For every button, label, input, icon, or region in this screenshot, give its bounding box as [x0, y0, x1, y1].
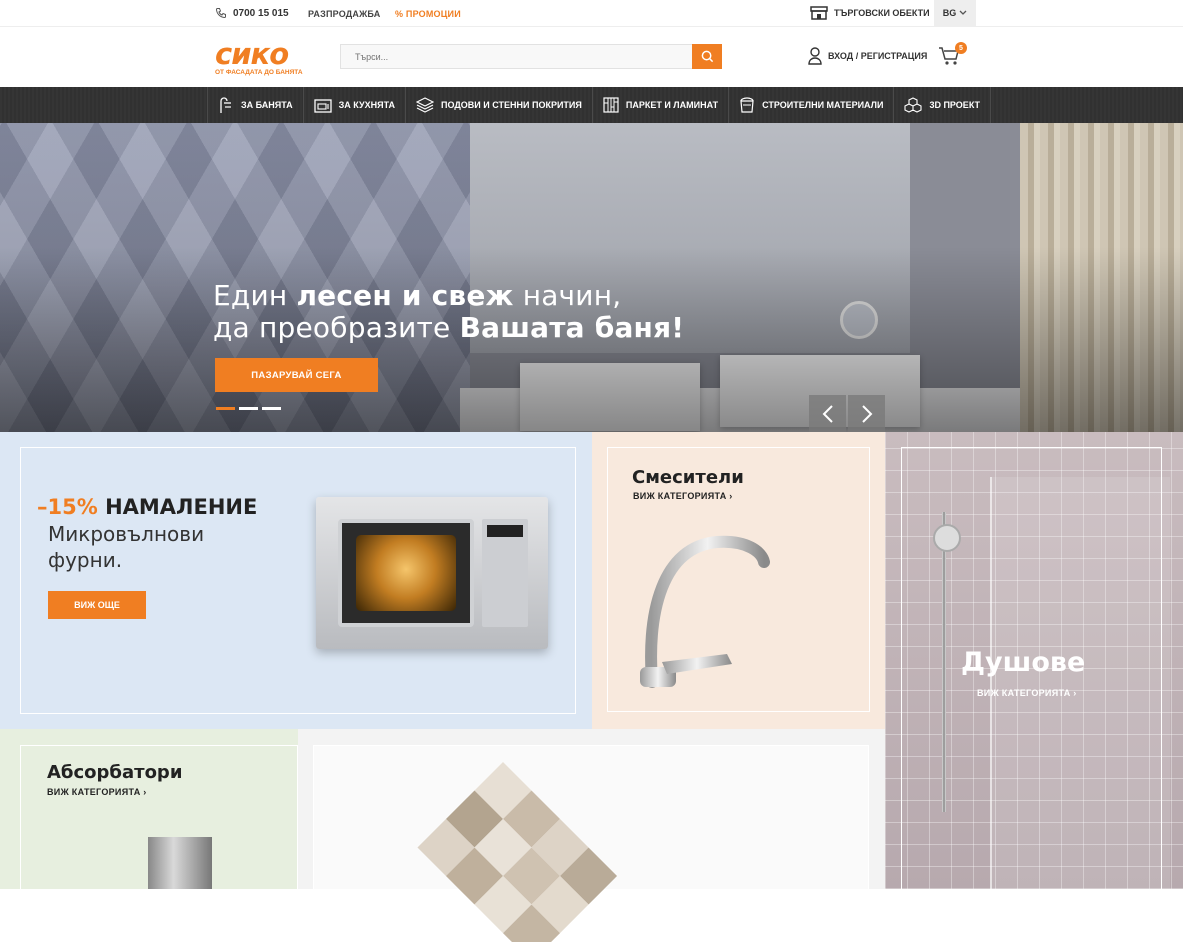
shop-now-button[interactable]: ПАЗАРУВАЙ СЕГА: [215, 358, 378, 392]
hero-overlay: [0, 123, 1183, 432]
phone-number: 0700 15 015: [233, 7, 289, 19]
chevron-left-icon: [822, 404, 833, 423]
promo-subtitle: Микровълнови фурни.: [48, 522, 205, 572]
bucket-icon: [740, 97, 754, 113]
hero-text-bold: лесен и свеж: [296, 279, 514, 312]
category-faucets-tile[interactable]: Смесители ВИЖ КАТЕГОРИЯТА ›: [592, 432, 885, 729]
hero-slider: Един лесен и свеж начин, да преобразите …: [0, 123, 1183, 432]
nav-item-floors-walls[interactable]: ПОДОВИ И СТЕННИ ПОКРИТИЯ: [405, 87, 592, 123]
user-icon: [808, 47, 822, 65]
hero-headline: Един лесен и свеж начин, да преобразите …: [213, 280, 684, 344]
category-link[interactable]: ВИЖ КАТЕГОРИЯТА ›: [977, 688, 1077, 698]
microwave-panel: [482, 519, 528, 627]
slider-dot[interactable]: [239, 407, 258, 410]
phone-icon: [215, 8, 226, 19]
category-title: Душове: [961, 647, 1086, 678]
category-title: Смесители: [632, 467, 744, 488]
nav-label: ЗА КУХНЯТА: [338, 100, 396, 110]
search-icon: [701, 50, 713, 63]
cubes-icon: [904, 97, 923, 113]
promotions-link[interactable]: % ПРОМОЦИИ: [395, 9, 461, 19]
discount-label: НАМАЛЕНИЕ: [97, 495, 258, 519]
phone-link[interactable]: 0700 15 015: [215, 7, 289, 19]
logo[interactable]: сико ОТ ФАСАДАТА ДО БАНЯТА: [215, 40, 311, 80]
nav-label: ЗА БАНЯТА: [241, 100, 293, 110]
slider-next-button[interactable]: [848, 395, 885, 432]
floor-tiles-image: [417, 762, 618, 942]
nav-label: ПАРКЕТ И ЛАМИНАТ: [625, 100, 719, 110]
microwave-display: [487, 525, 523, 537]
nav-item-3d-project[interactable]: 3D ПРОЕКТ: [893, 87, 992, 123]
store-icon: [810, 6, 828, 20]
login-label: ВХОД / РЕГИСТРАЦИЯ: [828, 51, 928, 61]
parquet-icon: [603, 97, 619, 113]
nav-label: СТРОИТЕЛНИ МАТЕРИАЛИ: [762, 100, 884, 110]
cart-count-badge: 5: [955, 42, 967, 54]
kitchen-icon: [314, 99, 332, 113]
discount-percent: –15%: [37, 495, 98, 519]
slider-dot[interactable]: [216, 407, 235, 410]
microwave-window: [356, 535, 456, 611]
sale-link[interactable]: РАЗПРОДАЖБА: [308, 9, 380, 19]
slider-prev-button[interactable]: [809, 395, 846, 432]
login-link[interactable]: ВХОД / РЕГИСТРАЦИЯ: [808, 47, 927, 65]
slider-dots: [216, 407, 281, 410]
promo-discount: –15% НАМАЛЕНИЕ: [37, 495, 257, 519]
nav-item-parquet[interactable]: ПАРКЕТ И ЛАМИНАТ: [591, 87, 728, 123]
promo-microwave-tile[interactable]: –15% НАМАЛЕНИЕ Микровълнови фурни. ВИЖ О…: [0, 432, 592, 729]
category-link[interactable]: ВИЖ КАТЕГОРИЯТА ›: [47, 787, 147, 797]
logo-tagline: ОТ ФАСАДАТА ДО БАНЯТА: [215, 69, 303, 76]
search-bar: [340, 44, 722, 69]
hero-text: Един: [213, 279, 297, 312]
stores-label: ТЪРГОВСКИ ОБЕКТИ: [834, 8, 930, 18]
faucet-image: [640, 535, 770, 688]
see-more-button[interactable]: ВИЖ ОЩЕ: [48, 591, 146, 619]
hero-text: начин,: [513, 279, 622, 312]
nav-label: 3D ПРОЕКТ: [929, 100, 981, 110]
nav-label: ПОДОВИ И СТЕННИ ПОКРИТИЯ: [441, 100, 582, 110]
nav-item-building-materials[interactable]: СТРОИТЕЛНИ МАТЕРИАЛИ: [728, 87, 893, 123]
cart-button[interactable]: 5: [938, 42, 967, 69]
logo-word: сико: [215, 37, 289, 71]
chevron-right-icon: [861, 404, 872, 423]
top-bar: 0700 15 015 РАЗПРОДАЖБА % ПРОМОЦИИ ТЪРГО…: [0, 0, 1183, 27]
stores-link[interactable]: ТЪРГОВСКИ ОБЕКТИ: [810, 6, 930, 20]
search-button[interactable]: [692, 44, 722, 69]
category-showers-tile[interactable]: Душове ВИЖ КАТЕГОРИЯТА ›: [885, 432, 1183, 889]
language-selector[interactable]: BG: [934, 0, 976, 26]
microwave-image: [316, 497, 548, 649]
site-header: сико ОТ ФАСАДАТА ДО БАНЯТА ВХОД / РЕГИСТ…: [0, 27, 1183, 87]
nav-item-kitchen[interactable]: ЗА КУХНЯТА: [302, 87, 405, 123]
language-value: BG: [942, 8, 957, 18]
main-nav: ЗА БАНЯТА ЗА КУХНЯТА ПОДОВИ И СТЕННИ ПОК…: [0, 87, 1183, 123]
category-hoods-tile[interactable]: Абсорбатори ВИЖ КАТЕГОРИЯТА ›: [0, 729, 298, 889]
search-input[interactable]: [341, 45, 691, 68]
nav-item-bathroom[interactable]: ЗА БАНЯТА: [207, 87, 303, 123]
microwave-door: [338, 519, 474, 627]
layers-icon: [416, 97, 435, 113]
category-title: Абсорбатори: [47, 762, 183, 783]
category-link[interactable]: ВИЖ КАТЕГОРИЯТА ›: [633, 491, 733, 501]
hood-image: [148, 837, 212, 889]
shower-icon: [220, 97, 231, 113]
slider-dot[interactable]: [262, 407, 281, 410]
hero-text-bold: Вашата баня!: [459, 311, 685, 344]
chevron-down-icon: [959, 10, 967, 15]
hero-text: да преобразите: [213, 311, 460, 344]
